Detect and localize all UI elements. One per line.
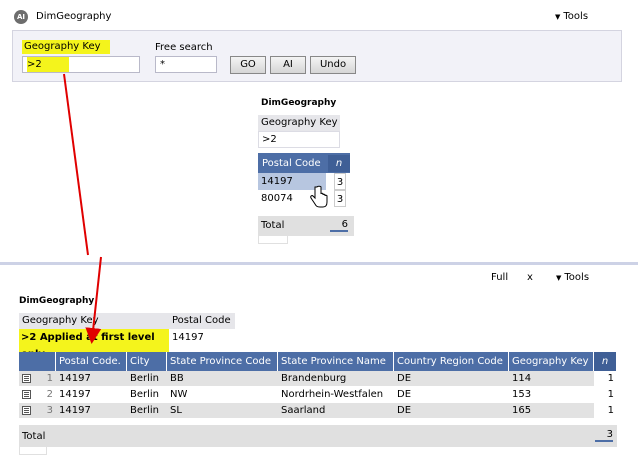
triangle-down-icon: ▼: [555, 13, 561, 21]
table-row[interactable]: 1 14197 Berlin BB Brandenburg DE 114 1: [19, 371, 617, 387]
mini-filter-value: >2: [258, 131, 340, 148]
row-detail-icon[interactable]: [22, 390, 31, 399]
geography-key-cell: 114: [512, 373, 532, 384]
country-code-cell: DE: [397, 373, 412, 384]
column-header-city[interactable]: City: [127, 352, 167, 371]
total-row: Total 3: [19, 425, 617, 447]
window-title: DimGeography: [36, 11, 112, 22]
triangle-down-icon: ▼: [556, 274, 562, 282]
applied-filter-table: Geography Key Postal Code >2 Applied at …: [19, 313, 235, 363]
geography-key-cell: 165: [512, 405, 532, 416]
postal-code-cell: 14197: [59, 373, 91, 384]
result-table-header: Postal Code. City State Province Code St…: [19, 352, 617, 371]
row-number-cell: 2: [19, 387, 56, 402]
tools-label: Tools: [563, 11, 589, 22]
n-cell: 1: [594, 371, 617, 386]
column-header-state-province-name[interactable]: State Province Name: [278, 352, 394, 371]
geography-key-value: >2: [27, 57, 69, 72]
title-bar: AI DimGeography ▼ Tools: [14, 9, 634, 27]
country-code-cell: DE: [397, 405, 412, 416]
country-code-cell: DE: [397, 389, 412, 400]
state-code-cell: BB: [170, 373, 184, 384]
geography-key-cell: 153: [512, 389, 532, 400]
total-value: 3: [595, 429, 613, 442]
undo-button[interactable]: Undo: [310, 56, 356, 74]
row-number-cell: 3: [19, 403, 56, 418]
row-index: 3: [46, 405, 53, 416]
n-cell: 1: [607, 389, 614, 400]
postal-code-cell: 14197: [59, 389, 91, 400]
mini-table-row[interactable]: 14197 3: [258, 173, 350, 190]
mini-scrollbar[interactable]: [258, 236, 288, 244]
table-scrollbar[interactable]: [19, 447, 47, 455]
column-header-state-province-code[interactable]: State Province Code: [167, 352, 278, 371]
full-button[interactable]: Full: [491, 272, 508, 283]
filter-header-row: Geography Key Postal Code: [19, 313, 235, 329]
state-code-cell: NW: [170, 389, 188, 400]
top-panel: AI DimGeography ▼ Tools Geography Key >2 …: [0, 0, 638, 262]
filter-postal-code-value: 14197: [172, 332, 204, 343]
postal-code-cell: 14197: [59, 405, 91, 416]
column-header-postal-code[interactable]: Postal Code.: [56, 352, 127, 371]
row-index: 2: [46, 389, 53, 400]
geography-key-label: Geography Key: [22, 40, 110, 54]
result-title: DimGeography: [19, 296, 95, 306]
n-cell: 1: [594, 403, 617, 418]
mini-table-row[interactable]: 80074 3: [258, 190, 350, 207]
mini-result-table: Postal Code n 14197 3 80074 3: [258, 153, 354, 207]
search-box: Geography Key >2 Free search * GO AI Und…: [12, 30, 622, 82]
table-row[interactable]: 3 14197 Berlin SL Saarland DE 165 1: [19, 403, 617, 419]
mini-n-header[interactable]: n: [328, 155, 350, 172]
filter-postal-code-header: Postal Code: [172, 315, 231, 326]
free-search-input[interactable]: *: [155, 56, 217, 73]
hand-cursor-icon: [310, 185, 328, 208]
bottom-panel: Full x ▼ Tools DimGeography Geography Key…: [0, 265, 638, 470]
tools-menu-button[interactable]: ▼ Tools: [555, 11, 588, 22]
mini-filter-label: Geography Key: [258, 115, 340, 131]
ai-button[interactable]: AI: [270, 56, 306, 74]
mini-n-cell: 3: [334, 190, 346, 207]
row-number-header: [19, 352, 56, 371]
row-detail-icon[interactable]: [22, 406, 31, 415]
mini-postal-code-header[interactable]: Postal Code: [262, 155, 321, 172]
mini-total-row: Total 6: [258, 216, 354, 236]
state-name-cell: Brandenburg: [281, 373, 347, 384]
row-number-cell: 1: [19, 371, 56, 386]
state-code-cell: SL: [170, 405, 182, 416]
tools-label: Tools: [564, 272, 590, 283]
mini-total-value: 6: [330, 219, 348, 232]
app-logo-icon: AI: [14, 10, 28, 24]
table-row[interactable]: 2 14197 Berlin NW Nordrhein-Westfalen DE…: [19, 387, 617, 403]
mini-n-cell: 3: [334, 173, 346, 190]
city-cell: Berlin: [130, 389, 160, 400]
geography-key-input[interactable]: >2: [22, 56, 140, 73]
total-label: Total: [22, 431, 46, 442]
row-index: 1: [46, 373, 53, 384]
city-cell: Berlin: [130, 405, 160, 416]
filter-value-row: >2 Applied at first level only 14197: [19, 329, 235, 363]
tools-menu-button[interactable]: ▼ Tools: [556, 272, 589, 283]
mini-total-label: Total: [261, 220, 285, 231]
state-name-cell: Nordrhein-Westfalen: [281, 389, 384, 400]
go-button[interactable]: GO: [230, 56, 266, 74]
mini-result-title: DimGeography: [261, 98, 337, 108]
close-button[interactable]: x: [527, 272, 533, 283]
filter-geo-key-header: Geography Key: [22, 315, 99, 326]
state-name-cell: Saarland: [281, 405, 326, 416]
mini-table-header: Postal Code n: [258, 153, 350, 173]
free-search-label: Free search: [155, 42, 213, 53]
column-header-n[interactable]: n: [594, 352, 617, 371]
result-table: Postal Code. City State Province Code St…: [19, 352, 617, 419]
column-header-geography-key[interactable]: Geography Key: [509, 352, 594, 371]
column-header-country-region-code[interactable]: Country Region Code: [394, 352, 509, 371]
row-detail-icon[interactable]: [22, 374, 31, 383]
city-cell: Berlin: [130, 373, 160, 384]
